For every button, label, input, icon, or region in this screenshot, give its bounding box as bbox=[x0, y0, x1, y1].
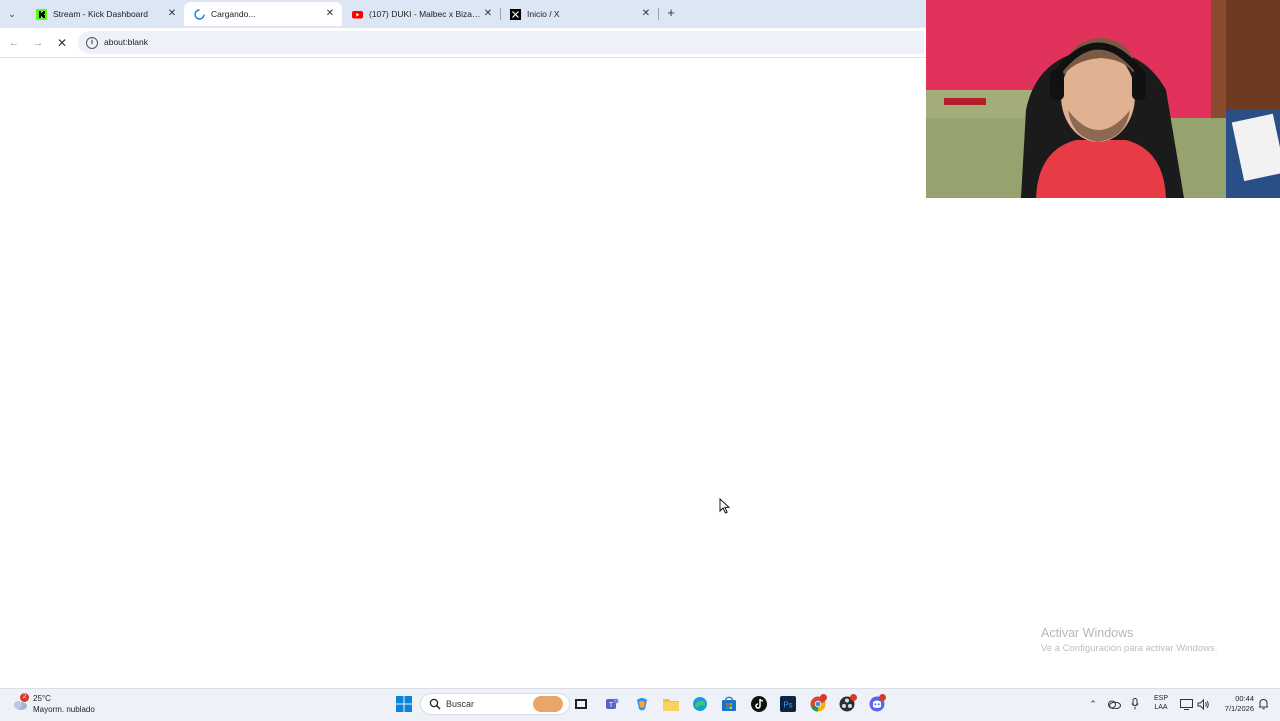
kick-icon bbox=[36, 8, 47, 20]
notifications-bell-icon[interactable] bbox=[1256, 694, 1270, 714]
show-hidden-icons-chevron-up-icon[interactable]: ⌃ bbox=[1086, 694, 1100, 714]
clock-date: 7/1/2026 bbox=[1224, 704, 1254, 713]
teams-icon[interactable]: T bbox=[602, 694, 622, 714]
network-icon[interactable] bbox=[1178, 694, 1194, 714]
browser-toolbar: ← → ✕ i about:blank bbox=[0, 28, 926, 58]
edge-browser-icon[interactable] bbox=[690, 694, 710, 714]
address-bar[interactable]: i about:blank bbox=[78, 31, 924, 54]
tab-close-icon[interactable]: ✕ bbox=[640, 8, 652, 20]
address-url[interactable]: about:blank bbox=[104, 37, 148, 47]
volume-speaker-icon[interactable] bbox=[1195, 694, 1211, 714]
tab-title: (107) DUKI - Malbec x Bizarrap bbox=[369, 9, 482, 19]
svg-text:Ps: Ps bbox=[783, 701, 792, 710]
stop-loading-icon[interactable]: ✕ bbox=[54, 35, 70, 51]
obs-notification-dot bbox=[850, 694, 857, 701]
tab-loading[interactable]: Cargando... ✕ bbox=[184, 2, 342, 26]
file-explorer-icon[interactable] bbox=[661, 694, 681, 714]
weather-widget[interactable]: 2 25°C Mayorm. nublado bbox=[10, 693, 110, 716]
webcam-feed-image bbox=[926, 0, 1280, 198]
search-icon bbox=[429, 698, 441, 710]
system-clock[interactable]: 00:44 7/1/2026 bbox=[1212, 694, 1254, 714]
tiktok-icon[interactable] bbox=[749, 694, 769, 714]
input-language-indicator[interactable]: ESP LAA bbox=[1150, 694, 1172, 712]
tab-x[interactable]: Inicio / X ✕ bbox=[500, 2, 658, 26]
tab-divider bbox=[658, 8, 659, 20]
search-highlight-image bbox=[533, 696, 563, 712]
tab-kick-dashboard[interactable]: Stream - Kick Dashboard ✕ bbox=[26, 2, 184, 26]
tab-close-icon[interactable]: ✕ bbox=[166, 8, 178, 20]
weather-condition: Mayorm. nublado bbox=[33, 705, 95, 714]
chrome-notification-dot bbox=[820, 694, 827, 701]
tab-close-icon[interactable]: ✕ bbox=[324, 8, 336, 20]
loading-spinner-icon bbox=[194, 8, 205, 20]
new-tab-button[interactable]: + bbox=[664, 6, 678, 22]
tab-title: Stream - Kick Dashboard bbox=[53, 9, 148, 19]
taskbar-search-box[interactable]: Buscar bbox=[420, 693, 570, 715]
search-placeholder: Buscar bbox=[446, 699, 475, 709]
tab-title: Inicio / X bbox=[527, 9, 560, 19]
webcam-overlay bbox=[926, 0, 1280, 198]
site-info-icon[interactable]: i bbox=[86, 37, 98, 49]
discord-notification-dot bbox=[879, 694, 886, 701]
forward-arrow-icon[interactable]: → bbox=[30, 35, 46, 51]
copilot-icon[interactable] bbox=[632, 694, 652, 714]
microsoft-store-icon[interactable] bbox=[719, 694, 739, 714]
photoshop-icon[interactable]: Ps bbox=[778, 694, 798, 714]
mouse-pointer-icon bbox=[719, 498, 731, 514]
start-windows-icon[interactable] bbox=[394, 694, 414, 714]
onedrive-cloud-icon[interactable] bbox=[1106, 694, 1122, 714]
clock-time: 00:44 bbox=[1235, 694, 1254, 703]
microphone-icon[interactable] bbox=[1128, 694, 1142, 714]
weather-notification-badge: 2 bbox=[20, 693, 29, 702]
tab-title: Cargando... bbox=[211, 9, 256, 19]
browser-tab-strip: ⌄ Stream - Kick Dashboard ✕ Cargando... … bbox=[0, 0, 926, 28]
tab-youtube[interactable]: (107) DUKI - Malbec x Bizarrap ✕ bbox=[342, 2, 500, 26]
activate-windows-subtitle: Ve a Configuración para activar Windows. bbox=[1041, 643, 1218, 654]
tab-search-chevron-icon[interactable]: ⌄ bbox=[4, 6, 20, 22]
svg-text:T: T bbox=[609, 702, 614, 709]
language-code: ESP bbox=[1153, 695, 1168, 702]
weather-temperature: 25°C bbox=[33, 694, 51, 703]
x-icon bbox=[510, 8, 521, 20]
task-view-icon[interactable] bbox=[571, 694, 591, 714]
back-arrow-icon[interactable]: ← bbox=[6, 35, 22, 51]
keyboard-layout-code: LAA bbox=[1154, 704, 1168, 711]
youtube-icon bbox=[352, 9, 363, 20]
tab-close-icon[interactable]: ✕ bbox=[482, 8, 494, 20]
activate-windows-title: Activar Windows bbox=[1041, 626, 1134, 640]
